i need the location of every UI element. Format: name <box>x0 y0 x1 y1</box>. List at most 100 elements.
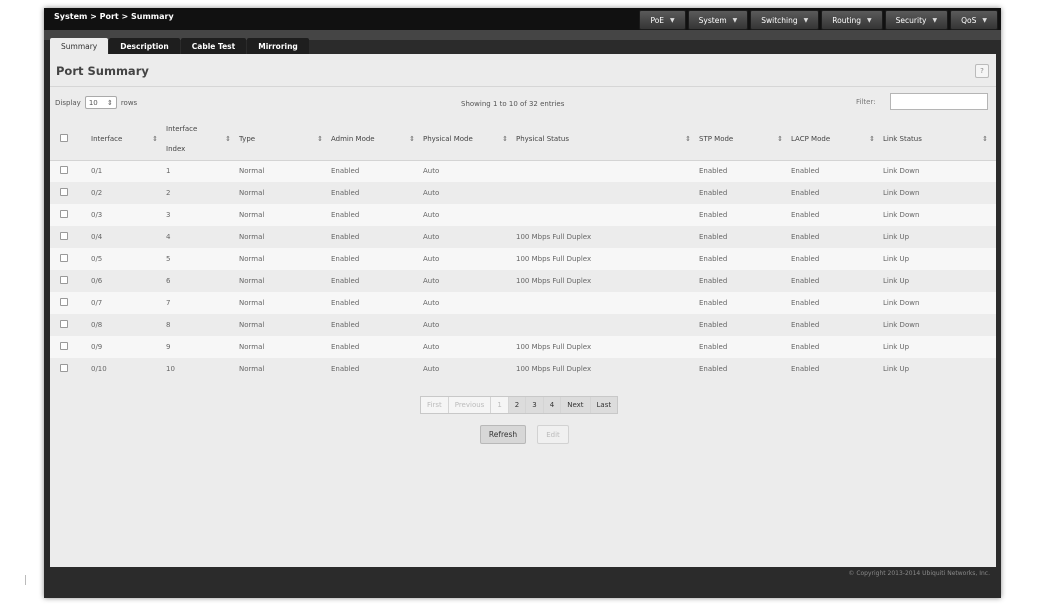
row-select-cell <box>50 270 91 292</box>
page-button-3[interactable]: 3 <box>526 397 544 413</box>
sort-icon: ⇕ <box>225 134 231 143</box>
menu-label: QoS <box>961 15 977 25</box>
select-all-checkbox[interactable] <box>60 133 68 142</box>
menu-security[interactable]: Security ▼ <box>884 10 949 30</box>
cell-link: Link Up <box>883 233 910 241</box>
cell-phys-mode: Auto <box>423 365 440 373</box>
cell-lacp: Enabled <box>791 299 820 307</box>
cell-interface: 0/4 <box>91 233 103 241</box>
col-interface[interactable]: Interface ⇕ <box>91 118 166 160</box>
page-button-first: First <box>421 397 449 413</box>
col-interface-index[interactable]: Interface Index ⇕ <box>166 118 239 160</box>
edit-button[interactable]: Edit <box>537 425 569 444</box>
cell-phys-status: 100 Mbps Full Duplex <box>516 255 592 263</box>
sort-icon: ⇕ <box>685 134 691 143</box>
col-stp-mode[interactable]: STP Mode ⇕ <box>699 118 791 160</box>
page-button-1: 1 <box>491 397 509 413</box>
col-lacp-mode[interactable]: LACP Mode ⇕ <box>791 118 883 160</box>
row-checkbox[interactable] <box>60 188 68 196</box>
cell-type: Normal <box>239 167 265 176</box>
row-checkbox[interactable] <box>60 320 68 328</box>
caret-down-icon: ▼ <box>932 16 938 24</box>
cell-link: Link Down <box>883 321 920 329</box>
tab-mirroring[interactable]: Mirroring <box>247 38 309 54</box>
cell-interface: 0/6 <box>91 277 103 285</box>
page-button-2[interactable]: 2 <box>508 397 527 413</box>
page-button-last[interactable]: Last <box>590 397 618 413</box>
help-button[interactable]: ? <box>975 64 989 78</box>
col-physical-status[interactable]: Physical Status ⇕ <box>516 118 699 160</box>
col-admin-mode[interactable]: Admin Mode ⇕ <box>331 118 423 160</box>
sort-icon: ⇕ <box>502 134 508 143</box>
header-label: Physical Status <box>516 134 570 143</box>
row-checkbox[interactable] <box>60 210 68 218</box>
cell-phys-status <box>516 204 699 226</box>
refresh-button[interactable]: Refresh <box>480 425 526 444</box>
table-row[interactable]: 0/10 10 Normal Enabled Auto 100 Mbps Full Dup… <box>50 358 996 380</box>
tab-cable-test[interactable]: Cable Test <box>180 38 247 54</box>
row-select-cell <box>50 204 91 226</box>
sort-icon: ⇕ <box>317 134 323 143</box>
page-title: Port Summary <box>56 64 149 78</box>
cell-interface: 0/7 <box>91 299 103 307</box>
cell-interface: 0/9 <box>91 343 103 351</box>
caret-down-icon: ▼ <box>803 16 809 24</box>
menu-system[interactable]: System ▼ <box>687 10 749 30</box>
cell-interface: 0/1 <box>91 167 103 176</box>
row-select-cell <box>50 182 91 204</box>
display-control: Display 10 ⇕ rows <box>55 96 137 109</box>
table-row[interactable]: 0/8 8 Normal Enabled Auto Enabled Enabled Link … <box>50 314 996 336</box>
table-body: 0/1 1 Normal Enabled Auto Enabled Enabled Link … <box>50 160 996 380</box>
top-bar: System > Port > Summary PoE ▼ System ▼ Swi… <box>44 8 1001 30</box>
cell-type: Normal <box>239 321 265 329</box>
menu-poe[interactable]: PoE ▼ <box>639 10 686 30</box>
tab-description[interactable]: Description <box>109 38 180 54</box>
cell-type: Normal <box>239 189 265 197</box>
stepper-icon: ⇕ <box>106 98 113 107</box>
cell-interface: 0/2 <box>91 189 103 197</box>
row-checkbox[interactable] <box>60 298 68 306</box>
cell-admin: Enabled <box>331 255 360 263</box>
col-physical-mode[interactable]: Physical Mode ⇕ <box>423 118 516 160</box>
table-row[interactable]: 0/4 4 Normal Enabled Auto 100 Mbps Full Duple… <box>50 226 996 248</box>
menu-switching[interactable]: Switching ▼ <box>750 10 820 30</box>
menu-routing[interactable]: Routing ▼ <box>821 10 883 30</box>
cell-type: Normal <box>239 277 265 285</box>
page-button-4[interactable]: 4 <box>543 397 562 413</box>
cell-lacp: Enabled <box>791 211 820 219</box>
filter-input[interactable] <box>890 93 988 110</box>
rows-per-page-select[interactable]: 10 ⇕ <box>84 96 117 109</box>
sort-icon: ⇕ <box>869 134 875 143</box>
divider <box>50 86 996 87</box>
sort-icon: ⇕ <box>777 134 783 143</box>
table-row[interactable]: 0/2 2 Normal Enabled Auto Enabled Enabled Link … <box>50 182 996 204</box>
table-row[interactable]: 0/7 7 Normal Enabled Auto Enabled Enabled Link … <box>50 292 996 314</box>
row-checkbox[interactable] <box>60 166 68 175</box>
table-row[interactable]: 0/9 9 Normal Enabled Auto 100 Mbps Full Duple… <box>50 336 996 358</box>
row-select-cell <box>50 248 91 270</box>
cell-type: Normal <box>239 211 265 219</box>
tab-bar: Summary Description Cable Test Mirroring <box>50 38 309 54</box>
row-checkbox[interactable] <box>60 342 68 350</box>
menu-qos[interactable]: QoS ▼ <box>950 10 998 30</box>
row-checkbox[interactable] <box>60 276 68 284</box>
row-checkbox[interactable] <box>60 254 68 262</box>
cell-lacp: Enabled <box>791 189 820 197</box>
tab-summary[interactable]: Summary <box>50 38 109 54</box>
page-button-next[interactable]: Next <box>561 397 591 413</box>
table-row[interactable]: 0/5 5 Normal Enabled Auto 100 Mbps Full Duple… <box>50 248 996 270</box>
row-checkbox[interactable] <box>60 232 68 240</box>
cell-stp: Enabled <box>699 321 728 329</box>
col-link-status[interactable]: Link Status ⇕ <box>883 118 996 160</box>
col-type[interactable]: Type ⇕ <box>239 118 331 160</box>
cell-stp: Enabled <box>699 365 728 373</box>
cell-stp: Enabled <box>699 277 728 285</box>
row-checkbox[interactable] <box>60 364 68 372</box>
cell-type: Normal <box>239 343 265 351</box>
table-row[interactable]: 0/6 6 Normal Enabled Auto 100 Mbps Full Duple… <box>50 270 996 292</box>
rows-value: 10 <box>88 98 98 107</box>
table-row[interactable]: 0/1 1 Normal Enabled Auto Enabled Enabled Link … <box>50 160 996 182</box>
cell-link: Link Down <box>883 299 920 307</box>
table-row[interactable]: 0/3 3 Normal Enabled Auto Enabled Enabled Link … <box>50 204 996 226</box>
cell-phys-mode: Auto <box>423 343 440 351</box>
